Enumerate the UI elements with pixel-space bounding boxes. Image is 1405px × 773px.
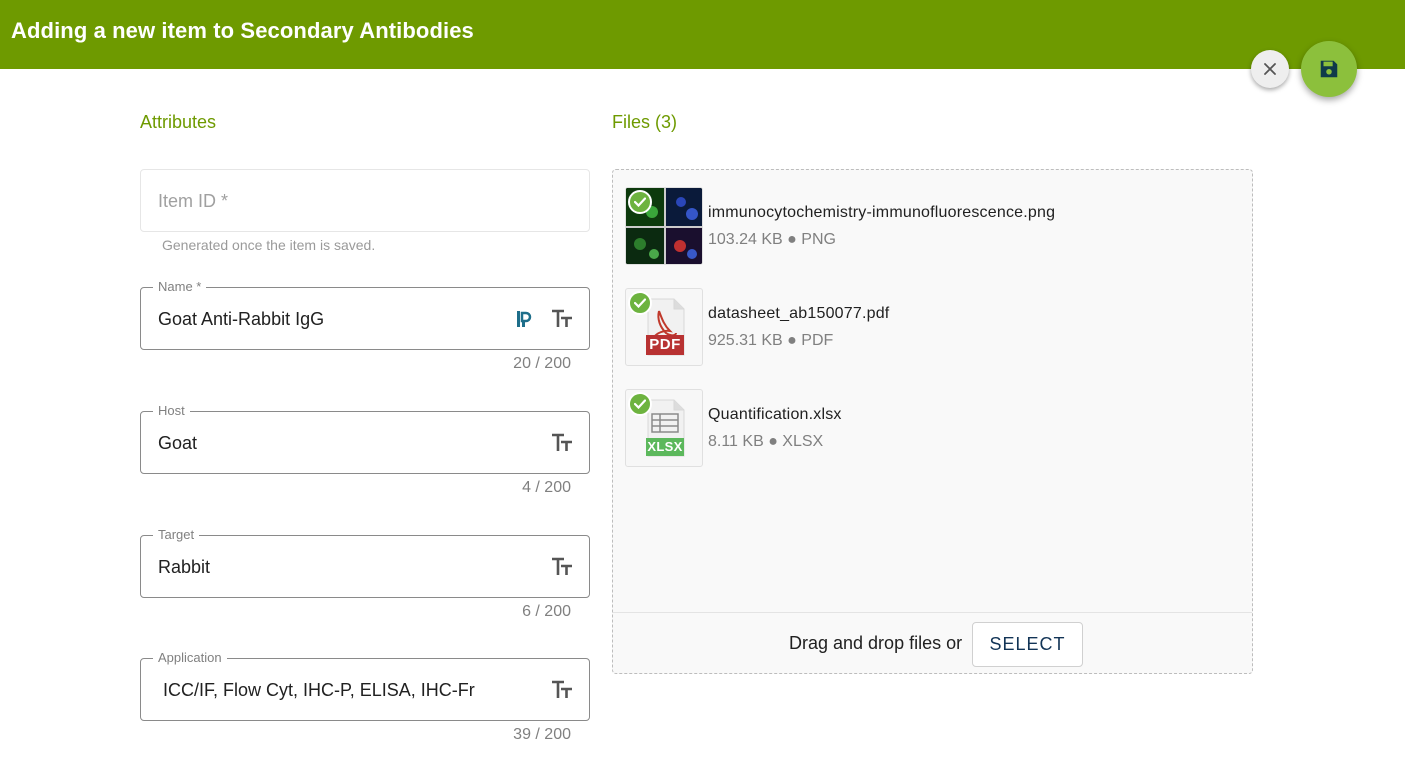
item-id-hint: Generated once the item is saved. — [162, 237, 376, 253]
close-button[interactable] — [1251, 50, 1289, 88]
application-label: Application — [153, 651, 227, 665]
name-value: Goat Anti-Rabbit IgG — [158, 309, 325, 329]
close-icon — [1264, 63, 1276, 75]
application-field[interactable]: Application ICC/IF, Flow Cyt, IHC-P, ELI… — [140, 651, 590, 721]
xlsx-badge-label: XLSX — [647, 439, 683, 454]
floppy-disk-icon — [1320, 60, 1338, 78]
file-name: Quantification.xlsx — [708, 406, 842, 423]
xlsx-thumbnail: XLSX — [625, 389, 703, 467]
host-label: Host — [153, 404, 190, 418]
text-format-icon[interactable] — [551, 308, 573, 330]
item-id-placeholder: Item ID * — [158, 191, 229, 211]
drag-drop-text: Drag and drop files or — [789, 633, 963, 653]
name-field[interactable]: Name * Goat Anti-Rabbit IgG — [140, 280, 590, 350]
file-meta: 103.24 KB ● PNG — [708, 231, 836, 248]
target-label: Target — [153, 528, 200, 542]
app-header: Adding a new item to Secondary Antibodie… — [0, 0, 1405, 69]
uploaded-check-icon — [628, 190, 652, 214]
uploaded-check-icon — [628, 291, 652, 315]
host-counter: 4 / 200 — [522, 479, 571, 496]
pdf-thumbnail: PDF — [625, 288, 703, 366]
files-section-title: Files (3) — [612, 112, 678, 132]
host-field[interactable]: Host Goat — [140, 404, 590, 474]
text-format-icon[interactable] — [551, 556, 573, 578]
dropzone-footer: Drag and drop files or SELECT — [613, 612, 1252, 673]
file-meta: 925.31 KB ● PDF — [708, 332, 834, 349]
save-button[interactable] — [1301, 41, 1357, 97]
application-counter: 39 / 200 — [513, 726, 571, 743]
file-meta: 8.11 KB ● XLSX — [708, 433, 824, 450]
application-value: ICC/IF, Flow Cyt, IHC-P, ELISA, IHC-Fr — [158, 680, 475, 700]
name-label: Name * — [153, 280, 207, 294]
image-thumbnail — [625, 187, 703, 265]
file-item[interactable]: PDF datasheet_ab150077.pdf 925.31 KB ● P… — [625, 288, 1225, 366]
page-title: Adding a new item to Secondary Antibodie… — [11, 18, 474, 43]
target-field[interactable]: Target Rabbit — [140, 528, 590, 598]
uploaded-check-icon — [628, 392, 652, 416]
pdf-badge-label: PDF — [649, 336, 681, 353]
file-item[interactable]: immunocytochemistry-immunofluorescence.p… — [625, 187, 1225, 265]
target-value: Rabbit — [158, 557, 211, 577]
file-dropzone[interactable]: immunocytochemistry-immunofluorescence.p… — [612, 169, 1253, 674]
file-item[interactable]: XLSX Quantification.xlsx 8.11 KB ● XLSX — [625, 389, 1225, 467]
item-id-field[interactable]: Item ID * — [140, 169, 590, 232]
text-format-icon[interactable] — [551, 679, 573, 701]
name-counter: 20 / 200 — [513, 355, 571, 372]
target-counter: 6 / 200 — [522, 603, 571, 620]
file-name: datasheet_ab150077.pdf — [708, 305, 890, 322]
pid-icon[interactable] — [516, 309, 532, 329]
attributes-section-title: Attributes — [140, 112, 217, 132]
host-value: Goat — [158, 433, 198, 453]
select-files-button[interactable]: SELECT — [972, 622, 1083, 667]
file-name: immunocytochemistry-immunofluorescence.p… — [708, 204, 1056, 221]
text-format-icon[interactable] — [551, 432, 573, 454]
